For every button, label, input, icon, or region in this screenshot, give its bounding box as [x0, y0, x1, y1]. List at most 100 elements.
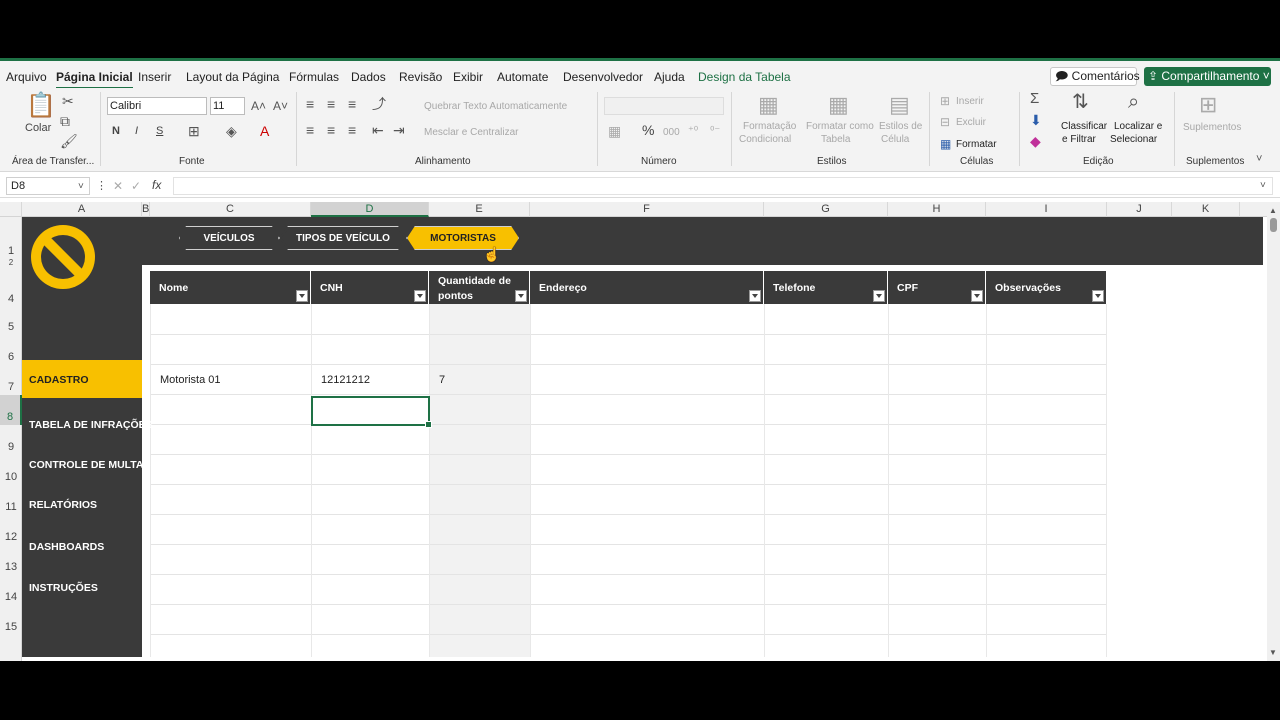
- selected-cell[interactable]: [311, 396, 432, 428]
- column-header-a[interactable]: A: [22, 202, 142, 217]
- decrease-font-icon[interactable]: A˅: [273, 99, 288, 113]
- align-top-icon[interactable]: ≡: [306, 97, 314, 111]
- fill-color-icon[interactable]: ◈: [226, 124, 237, 138]
- format-table-label-2[interactable]: Tabela: [821, 133, 850, 146]
- row-header[interactable]: 3: [0, 267, 22, 287]
- table-cell-pontos[interactable]: 7: [439, 374, 445, 386]
- sort-filter-label-1[interactable]: Classificar: [1061, 120, 1107, 133]
- filter-dropdown-icon[interactable]: [296, 290, 308, 302]
- row-header[interactable]: 8: [0, 395, 22, 425]
- enter-icon[interactable]: ✓: [131, 179, 141, 193]
- align-bottom-icon[interactable]: ≡: [348, 97, 356, 111]
- row-header[interactable]: 11: [0, 499, 22, 515]
- scroll-up-icon[interactable]: ▲: [1269, 204, 1277, 218]
- column-header-f[interactable]: F: [530, 202, 764, 217]
- format-cells-icon[interactable]: ▦: [940, 137, 951, 151]
- bold-button[interactable]: N: [112, 125, 120, 138]
- menu-ajuda[interactable]: Ajuda: [654, 70, 685, 84]
- sidebar-item-dashboards[interactable]: DASHBOARDS: [22, 529, 142, 565]
- row-header[interactable]: 9: [0, 439, 22, 455]
- menu-formulas[interactable]: Fórmulas: [289, 70, 339, 84]
- sidebar-item-cadastro[interactable]: CADASTRO: [22, 362, 142, 398]
- row-header[interactable]: 15: [0, 619, 22, 635]
- scroll-down-icon[interactable]: ▼: [1269, 646, 1277, 660]
- number-format-select[interactable]: [604, 97, 724, 115]
- row-header[interactable]: 2: [0, 259, 22, 267]
- menu-automate[interactable]: Automate: [497, 70, 548, 84]
- sort-filter-label-2[interactable]: e Filtrar: [1062, 133, 1096, 146]
- menu-layout[interactable]: Layout da Página: [186, 70, 279, 84]
- align-middle-icon[interactable]: ≡: [327, 97, 335, 111]
- column-header-j[interactable]: J: [1107, 202, 1172, 217]
- chevron-down-icon[interactable]: ˅: [78, 180, 84, 194]
- menu-inserir[interactable]: Inserir: [138, 70, 171, 84]
- table-cell-cnh[interactable]: 12121212: [321, 374, 370, 386]
- borders-icon[interactable]: ⊞: [188, 124, 200, 138]
- align-left-icon[interactable]: ≡: [306, 123, 314, 137]
- sidebar-item-tabela-infracoes[interactable]: TABELA DE INFRAÇÕES: [22, 407, 153, 443]
- cell-styles-label-1[interactable]: Estilos de: [879, 120, 922, 133]
- font-color-icon[interactable]: A: [260, 124, 269, 138]
- tab-tipos-veiculo[interactable]: TIPOS DE VEÍCULO: [279, 226, 407, 250]
- column-header-c[interactable]: C: [150, 202, 311, 217]
- format-painter-icon[interactable]: 🖌: [60, 134, 78, 148]
- sort-filter-icon[interactable]: ⇅: [1072, 92, 1089, 112]
- insert-cells-button[interactable]: Inserir: [956, 95, 984, 108]
- percent-button[interactable]: %: [642, 123, 654, 137]
- filter-dropdown-icon[interactable]: [749, 290, 761, 302]
- row-header[interactable]: 5: [0, 319, 22, 335]
- menu-exibir[interactable]: Exibir: [453, 70, 483, 84]
- column-header-k[interactable]: K: [1172, 202, 1240, 217]
- align-right-icon[interactable]: ≡: [348, 123, 356, 137]
- select-all-corner[interactable]: [0, 202, 22, 217]
- menu-revisao[interactable]: Revisão: [399, 70, 442, 84]
- find-select-label-1[interactable]: Localizar e: [1114, 120, 1162, 133]
- decrease-decimal-icon[interactable]: ⁰⁻: [710, 124, 720, 138]
- format-table-icon[interactable]: ▦: [828, 94, 849, 116]
- filter-dropdown-icon[interactable]: [971, 290, 983, 302]
- addins-button[interactable]: Suplementos: [1183, 121, 1241, 134]
- column-header-b[interactable]: B: [142, 202, 150, 217]
- autosum-icon[interactable]: Σ: [1030, 91, 1039, 106]
- merge-center-button[interactable]: Mesclar e Centralizar: [424, 126, 518, 139]
- cut-icon[interactable]: ✂: [62, 94, 74, 108]
- conditional-format-label-2[interactable]: Condicional: [739, 133, 791, 146]
- menu-design-tabela[interactable]: Design da Tabela: [698, 70, 791, 84]
- currency-icon[interactable]: ▦: [608, 124, 621, 138]
- decrease-indent-icon[interactable]: ⇤: [372, 123, 384, 137]
- increase-decimal-icon[interactable]: ⁺⁰: [688, 124, 698, 138]
- paste-button[interactable]: Colar: [25, 122, 51, 135]
- cell-styles-label-2[interactable]: Célula: [881, 133, 909, 146]
- comments-button[interactable]: 🗩 Comentários: [1050, 67, 1140, 86]
- column-header-e[interactable]: E: [429, 202, 530, 217]
- row-header[interactable]: 7: [0, 379, 22, 395]
- share-button[interactable]: ⇪ Compartilhamento ˅: [1144, 67, 1271, 86]
- font-size-select[interactable]: 11: [210, 97, 245, 115]
- row-header[interactable]: 10: [0, 469, 22, 485]
- font-name-select[interactable]: Calibri: [107, 97, 207, 115]
- find-select-icon[interactable]: ⌕: [1128, 92, 1139, 112]
- scroll-thumb[interactable]: [1270, 218, 1277, 232]
- sidebar-item-controle-multas[interactable]: CONTROLE DE MULTAS: [22, 447, 151, 483]
- paste-icon[interactable]: 📋: [26, 94, 56, 118]
- vertical-scrollbar[interactable]: ▲ ▼: [1267, 202, 1280, 661]
- formula-input[interactable]: [173, 177, 1273, 195]
- menu-pagina-inicial[interactable]: Página Inicial: [56, 70, 133, 89]
- copy-icon[interactable]: ⧉: [60, 114, 70, 128]
- clear-icon[interactable]: ◆: [1030, 134, 1041, 148]
- cell-styles-icon[interactable]: ▤: [889, 94, 910, 116]
- addins-icon[interactable]: ⊞: [1199, 94, 1217, 116]
- menu-desenvolvedor[interactable]: Desenvolvedor: [563, 70, 643, 84]
- filter-dropdown-icon[interactable]: [414, 290, 426, 302]
- fill-icon[interactable]: ⬇: [1030, 113, 1042, 127]
- table-cell-nome[interactable]: Motorista 01: [160, 374, 221, 386]
- tab-motoristas[interactable]: MOTORISTAS: [407, 226, 519, 250]
- column-header-h[interactable]: H: [888, 202, 986, 217]
- filter-dropdown-icon[interactable]: [1092, 290, 1104, 302]
- format-cells-button[interactable]: Formatar: [956, 138, 997, 151]
- underline-button[interactable]: S: [156, 125, 163, 138]
- menu-dados[interactable]: Dados: [351, 70, 386, 84]
- column-header-d[interactable]: D: [311, 202, 429, 217]
- conditional-format-icon[interactable]: ▦: [758, 94, 779, 116]
- tab-veiculos[interactable]: VEÍCULOS: [179, 226, 279, 250]
